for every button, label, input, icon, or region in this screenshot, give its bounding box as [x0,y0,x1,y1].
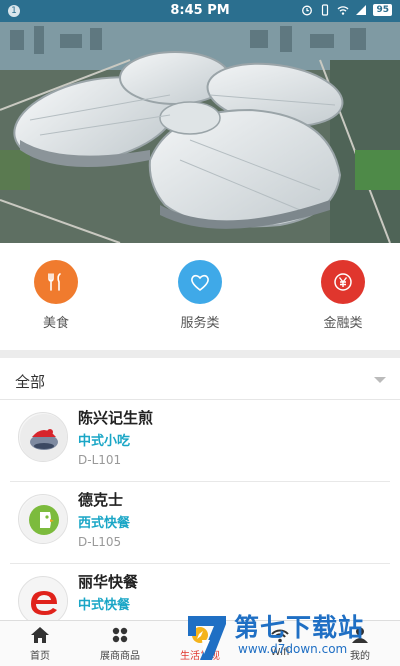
section-divider [0,350,400,358]
list-item[interactable]: 陈兴记生煎 中式小吃 D-L101 [0,400,400,482]
category-finance[interactable]: 金融类 [303,260,383,331]
shop-name: 丽华快餐 [78,573,139,591]
filter-dropdown[interactable]: 全部 [0,358,400,400]
watermark: 第七下载站 www.d7down.com [182,606,392,666]
shop-logo [18,494,68,544]
status-bar: 1 8:45 PM 95 [0,0,400,22]
alarm-icon [301,4,313,16]
status-icons: 95 [301,4,392,16]
yuan-icon [321,260,365,304]
battery-icon: 95 [373,4,392,16]
chevron-down-icon [374,377,386,383]
shop-location: D-L105 [78,535,122,549]
shop-logo [18,576,68,626]
list-item[interactable]: 德克士 西式快餐 D-L105 [0,482,400,564]
signal-icon [355,4,367,16]
convention-center-photo [0,0,400,243]
watermark-logo-icon [188,616,226,660]
category-row: 美食 服务类 金融类 [0,243,400,350]
shop-name: 德克士 [78,491,124,509]
shop-logo [18,412,68,462]
grid-icon [109,625,131,645]
shop-name: 陈兴记生煎 [78,409,154,427]
wifi-icon [337,4,349,16]
watermark-title: 第七下载站 [234,613,365,642]
shop-location: D-L101 [78,453,122,467]
shop-type: 中式小吃 [78,434,131,449]
nav-label: 首页 [30,651,50,662]
category-label: 金融类 [323,316,363,331]
nav-label: 展商商品 [100,651,140,662]
shop-type: 西式快餐 [78,516,131,531]
nav-exhibitor-products[interactable]: 展商商品 [80,625,160,662]
vibrate-icon [319,4,331,16]
watermark-url: www.d7down.com [238,642,348,656]
category-services[interactable]: 服务类 [160,260,240,331]
hero-image[interactable] [0,0,400,243]
category-food[interactable]: 美食 [16,260,96,331]
fork-knife-icon [34,260,78,304]
home-icon [29,625,51,645]
filter-label: 全部 [15,373,46,391]
category-label: 美食 [42,316,69,331]
nav-home[interactable]: 首页 [0,625,80,662]
category-label: 服务类 [180,316,220,331]
shop-type: 中式快餐 [78,598,131,613]
heart-icon [178,260,222,304]
